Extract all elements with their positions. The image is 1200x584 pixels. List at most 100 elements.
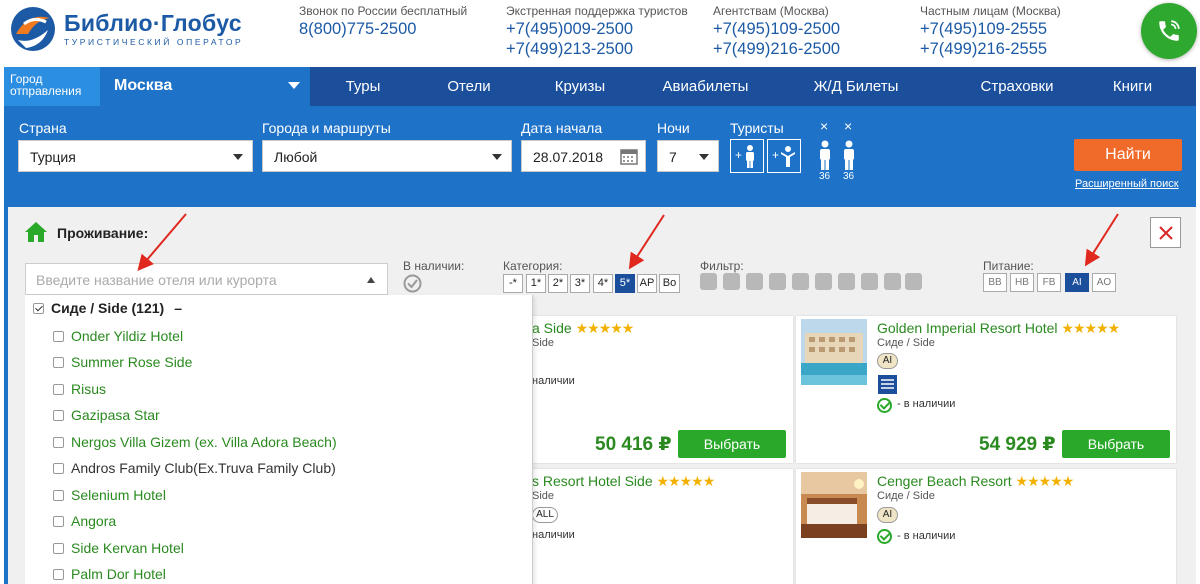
nights-label: Ночи bbox=[657, 120, 690, 136]
nav-flights[interactable]: Авиабилеты bbox=[638, 67, 773, 106]
departure-city-select[interactable]: Москва bbox=[100, 67, 310, 106]
tennis-icon[interactable] bbox=[861, 273, 878, 290]
hotel-name[interactable]: a Side ★★★★★ bbox=[532, 320, 634, 337]
advanced-search-link[interactable]: Расширенный поиск bbox=[1075, 178, 1179, 190]
nav-hotels[interactable]: Отели bbox=[416, 67, 522, 106]
choose-button[interactable]: Выбрать bbox=[678, 430, 786, 458]
phone-link[interactable]: +7(495)109-2555 bbox=[920, 19, 1061, 39]
category-bo[interactable]: Bo bbox=[659, 274, 680, 293]
phone-link[interactable]: +7(499)216-2500 bbox=[713, 39, 840, 59]
beach-line-icon[interactable] bbox=[700, 273, 717, 290]
add-adult-button[interactable]: + bbox=[730, 139, 764, 173]
nav-tours[interactable]: Туры bbox=[310, 67, 416, 106]
nights-select[interactable]: 7 bbox=[657, 140, 719, 172]
category-2[interactable]: 2* bbox=[548, 274, 568, 293]
availability-text: наличии bbox=[532, 529, 575, 541]
phone-link[interactable]: +7(499)216-2555 bbox=[920, 39, 1061, 59]
phone-link[interactable]: +7(499)213-2500 bbox=[506, 39, 688, 59]
hotel-option[interactable]: Side Kervan Hotel bbox=[53, 540, 184, 556]
contact-russia-free: Звонок по России бесплатный 8(800)775-25… bbox=[299, 4, 468, 39]
pets-icon[interactable] bbox=[792, 273, 809, 290]
hotel-name[interactable]: s Resort Hotel Side ★★★★★ bbox=[532, 473, 716, 490]
hotel-option[interactable]: Risus bbox=[53, 381, 106, 397]
adults-only-icon[interactable] bbox=[769, 273, 786, 290]
nav-insurance[interactable]: Страховки bbox=[939, 67, 1095, 106]
remove-tourist-2-icon[interactable]: × bbox=[844, 118, 852, 134]
hotel-option[interactable]: Palm Dor Hotel bbox=[53, 566, 166, 582]
call-button[interactable] bbox=[1141, 3, 1197, 59]
hotel-name[interactable]: Golden Imperial Resort Hotel ★★★★★ bbox=[877, 320, 1120, 337]
resort-group-side[interactable]: Сиде / Side (121) – bbox=[33, 300, 182, 316]
category-1[interactable]: 1* bbox=[526, 274, 546, 293]
hotel-location: Side bbox=[532, 490, 555, 502]
hotel-option[interactable]: Onder Yildiz Hotel bbox=[53, 328, 183, 344]
close-button[interactable] bbox=[1150, 217, 1181, 248]
hotel-location: Сиде / Side bbox=[877, 337, 935, 349]
checkbox[interactable] bbox=[53, 462, 64, 474]
kids-club-icon[interactable] bbox=[746, 273, 763, 290]
phone-link[interactable]: 8(800)775-2500 bbox=[299, 19, 467, 39]
star-rating: ★★★★★ bbox=[656, 473, 716, 489]
choose-button[interactable]: Выбрать bbox=[1062, 430, 1170, 458]
meal-badge: AI bbox=[877, 353, 898, 369]
checkbox[interactable] bbox=[53, 330, 64, 342]
search-panel: Страна Турция Города и маршруты Любой Да… bbox=[4, 106, 1196, 207]
nav-books[interactable]: Книги bbox=[1095, 67, 1170, 106]
routes-label: Города и маршруты bbox=[262, 120, 391, 136]
site-header: Библио·Глобус ТУРИСТИЧЕСКИЙ ОПЕРАТОР Зво… bbox=[0, 0, 1200, 67]
hotel-option[interactable]: Angora bbox=[53, 513, 116, 529]
checkbox[interactable] bbox=[33, 302, 44, 314]
tourist-1-age: 36 bbox=[819, 171, 831, 182]
category-3[interactable]: 3* bbox=[570, 274, 590, 293]
thumbs-up-icon[interactable] bbox=[815, 273, 832, 290]
hotel-option[interactable]: Selenium Hotel bbox=[53, 487, 166, 503]
hotel-option[interactable]: Summer Rose Side bbox=[53, 354, 192, 370]
checkbox[interactable] bbox=[53, 409, 64, 421]
meal-fb[interactable]: FB bbox=[1037, 273, 1061, 292]
checkbox[interactable] bbox=[53, 568, 64, 580]
contact-private: Частным лицам (Москва) +7(495)109-2555 +… bbox=[920, 4, 1061, 59]
meal-bb[interactable]: BB bbox=[983, 273, 1007, 292]
hotel-search-input[interactable]: Введите название отеля или курорта bbox=[25, 263, 388, 295]
availability-check-icon[interactable] bbox=[403, 274, 422, 293]
spa-icon[interactable] bbox=[723, 273, 740, 290]
routes-select[interactable]: Любой bbox=[262, 140, 512, 172]
meal-ai[interactable]: AI bbox=[1065, 273, 1089, 292]
country-select[interactable]: Турция bbox=[18, 140, 253, 172]
find-button[interactable]: Найти bbox=[1074, 139, 1182, 171]
nav-trains[interactable]: Ж/Д Билеты bbox=[773, 67, 939, 106]
nav-cruises[interactable]: Круизы bbox=[522, 67, 638, 106]
checkbox[interactable] bbox=[53, 542, 64, 554]
meal-ao[interactable]: AO bbox=[1092, 273, 1116, 292]
calendar-icon[interactable] bbox=[620, 147, 638, 165]
category-5[interactable]: 5* bbox=[615, 274, 635, 293]
add-child-button[interactable]: + bbox=[767, 139, 801, 173]
phone-link[interactable]: +7(495)009-2500 bbox=[506, 19, 688, 39]
accommodation-title: Проживание: bbox=[57, 225, 149, 241]
hotel-location: Side bbox=[532, 337, 555, 349]
hotel-photo[interactable] bbox=[801, 472, 867, 538]
checkbox[interactable] bbox=[53, 356, 64, 368]
category-ap[interactable]: AP bbox=[637, 274, 657, 293]
date-input[interactable]: 28.07.2018 bbox=[521, 140, 646, 172]
checkbox[interactable] bbox=[53, 515, 64, 527]
hotel-photo[interactable] bbox=[801, 319, 867, 385]
category-none[interactable]: -* bbox=[503, 274, 523, 293]
hotel-option[interactable]: Andros Family Club(Ex.Truva Family Club) bbox=[53, 460, 336, 476]
collapse-toggle[interactable]: – bbox=[174, 300, 182, 316]
remove-tourist-1-icon[interactable]: × bbox=[820, 118, 828, 134]
meal-label: Питание: bbox=[983, 259, 1034, 273]
hotel-option[interactable]: Gazipasa Star bbox=[53, 407, 160, 423]
honeymoon-icon[interactable] bbox=[905, 273, 922, 290]
meal-hb[interactable]: HB bbox=[1010, 273, 1034, 292]
phone-link[interactable]: +7(495)109-2500 bbox=[713, 19, 840, 39]
checkbox[interactable] bbox=[53, 489, 64, 501]
logo[interactable]: Библио·Глобус ТУРИСТИЧЕСКИЙ ОПЕРАТОР bbox=[8, 4, 243, 54]
beach-ball-icon[interactable] bbox=[838, 273, 855, 290]
hotel-name[interactable]: Cenger Beach Resort ★★★★★ bbox=[877, 473, 1074, 490]
checkbox[interactable] bbox=[53, 436, 64, 448]
checkbox[interactable] bbox=[53, 383, 64, 395]
family-icon[interactable] bbox=[884, 273, 901, 290]
category-4[interactable]: 4* bbox=[593, 274, 613, 293]
hotel-option[interactable]: Nergos Villa Gizem (ex. Villa Adora Beac… bbox=[53, 434, 337, 450]
